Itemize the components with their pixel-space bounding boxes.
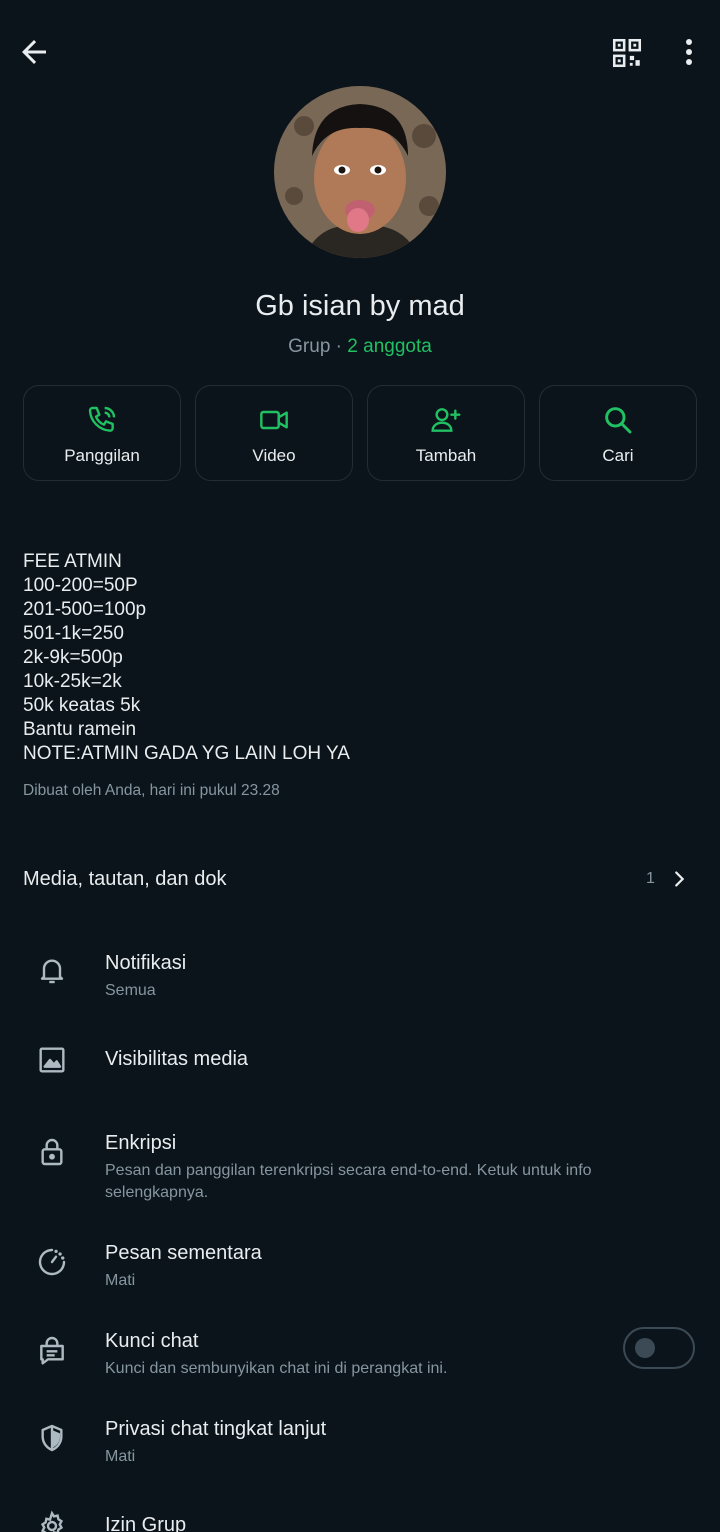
group-description[interactable]: FEE ATMIN 100-200=50P 201-500=100p 501-1… [23, 550, 683, 766]
media-visibility-row[interactable]: Visibilitas media [0, 1040, 720, 1090]
encryption-row[interactable]: Enkripsi Pesan dan panggilan terenkripsi… [0, 1124, 720, 1210]
search-button[interactable]: Cari [539, 385, 697, 481]
image-icon [39, 1047, 65, 1073]
add-label: Tambah [415, 446, 477, 465]
row-subtitle: Kunci dan sembunyikan chat ini di perang… [105, 1360, 448, 1377]
row-title: Visibilitas media [105, 1048, 249, 1070]
row-subtitle: Pesan dan panggilan terenkripsi secara e… [105, 1162, 592, 1201]
call-label: Panggilan [64, 446, 140, 465]
advanced-privacy-row[interactable]: Privasi chat tingkat lanjut Mati [0, 1410, 720, 1480]
subtitle-separator: · [330, 336, 348, 357]
group-permissions-row[interactable]: Izin Grup [0, 1504, 720, 1532]
add-member-button[interactable]: Tambah [367, 385, 525, 481]
chat-lock-row[interactable]: Kunci chat Kunci dan sembunyikan chat in… [0, 1322, 720, 1392]
lock-icon [41, 1138, 63, 1166]
media-label: Media, tautan, dan dok [23, 868, 227, 890]
toggle-knob [635, 1338, 655, 1358]
search-label: Cari [602, 446, 634, 465]
disappearing-messages-row[interactable]: Pesan sementara Mati [0, 1234, 720, 1304]
phone-icon [88, 406, 116, 432]
search-icon [605, 407, 632, 434]
row-title: Privasi chat tingkat lanjut [105, 1418, 327, 1440]
more-vert-icon [686, 39, 692, 65]
timer-icon [38, 1248, 66, 1276]
video-label: Video [252, 446, 296, 465]
member-count[interactable]: 2 anggota [347, 336, 432, 357]
avatar-photo [274, 86, 446, 258]
chat-lock-toggle[interactable] [623, 1327, 695, 1369]
row-title: Notifikasi [105, 952, 187, 974]
qr-code-icon [612, 38, 642, 68]
more-options-button[interactable] [676, 34, 702, 70]
add-person-icon [431, 408, 461, 432]
bell-icon [40, 959, 64, 984]
row-subtitle: Mati [105, 1272, 136, 1289]
notifications-row[interactable]: Notifikasi Semua [0, 944, 720, 1014]
video-button[interactable]: Video [195, 385, 353, 481]
group-avatar[interactable] [274, 86, 446, 258]
row-subtitle: Mati [105, 1448, 136, 1465]
shield-icon [41, 1424, 63, 1452]
gear-icon [40, 1510, 64, 1532]
back-button[interactable] [16, 34, 52, 70]
created-info: Dibuat oleh Anda, hari ini pukul 23.28 [23, 782, 280, 799]
media-links-docs-row[interactable]: Media, tautan, dan dok 1 [0, 856, 720, 902]
arrow-left-icon [22, 40, 46, 64]
row-title: Kunci chat [105, 1330, 199, 1352]
row-subtitle: Semua [105, 982, 156, 999]
call-button[interactable]: Panggilan [23, 385, 181, 481]
qr-code-button[interactable] [610, 36, 644, 70]
chevron-right-icon [675, 871, 685, 887]
row-title: Pesan sementara [105, 1242, 262, 1264]
group-name: Gb isian by mad [255, 290, 465, 322]
group-subtitle: Grup · 2 anggota [0, 336, 720, 358]
row-title: Enkripsi [105, 1132, 177, 1154]
group-type: Grup [288, 336, 331, 357]
chat-lock-icon [40, 1336, 64, 1365]
video-icon [260, 410, 288, 430]
row-title: Izin Grup [105, 1514, 187, 1532]
media-count: 1 [646, 870, 655, 887]
